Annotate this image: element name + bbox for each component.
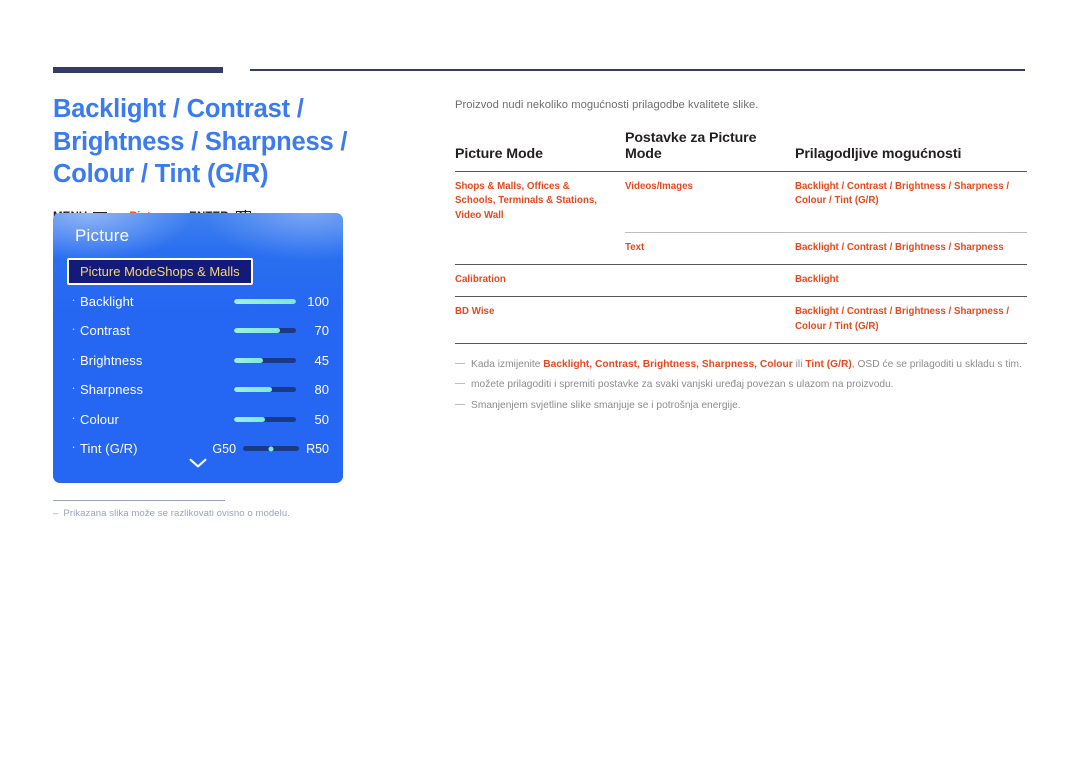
slider-track[interactable] xyxy=(234,387,296,393)
image-caption: – Prikazana slika može se razlikovati ov… xyxy=(53,508,393,519)
cell-settings xyxy=(625,263,795,297)
bullet-icon: · xyxy=(71,291,76,307)
slider-fill xyxy=(234,328,280,334)
page-title: Backlight / Contrast / Brightness / Shar… xyxy=(53,95,348,189)
osd-item-value: 70 xyxy=(314,323,329,339)
osd-picture-mode-value: Shops & Malls xyxy=(156,264,240,280)
cell-settings xyxy=(625,296,795,344)
osd-item-value: 100 xyxy=(307,293,329,309)
tint-left-label: G50 xyxy=(212,441,237,456)
osd-slider-brightness[interactable]: 45 xyxy=(234,353,329,368)
header-rule-thick xyxy=(53,67,223,73)
table-header-row: Picture Mode Postavke za Picture Mode Pr… xyxy=(455,130,1027,172)
osd-item-sharpness[interactable]: · Sharpness 80 xyxy=(53,375,343,405)
bullet-icon: · xyxy=(71,380,76,396)
bullet-icon: · xyxy=(71,350,76,366)
left-column: Backlight / Contrast / Brightness / Shar… xyxy=(53,93,433,224)
right-column: Proizvod nudi nekoliko mogućnosti prilag… xyxy=(455,99,1027,418)
osd-slider-tint[interactable]: G50 R50 xyxy=(212,442,329,456)
note-dash: — xyxy=(455,378,466,390)
note-item: — Kada izmijenite Backlight, Contrast, B… xyxy=(455,357,1027,372)
osd-item-brightness[interactable]: · Brightness 45 xyxy=(53,346,343,376)
slider-fill xyxy=(234,357,263,363)
caption-dash: – xyxy=(53,508,59,519)
slider-fill xyxy=(234,416,265,422)
osd-item-label: Backlight xyxy=(80,293,134,309)
slider-track[interactable] xyxy=(234,328,296,334)
osd-panel-title: Picture xyxy=(75,226,130,245)
notes-list: — Kada izmijenite Backlight, Contrast, B… xyxy=(455,357,1027,413)
note-item: — Smanjenjem svjetline slike smanjuje se… xyxy=(455,398,1027,413)
osd-item-label: Contrast xyxy=(80,323,130,339)
picture-mode-table: Picture Mode Postavke za Picture Mode Pr… xyxy=(455,130,1027,345)
slider-track[interactable] xyxy=(234,298,296,304)
page-root: Backlight / Contrast / Brightness / Shar… xyxy=(0,0,1080,763)
cell-options: Backlight / Contrast / Brightness / Shar… xyxy=(795,296,1027,344)
cell-picture-mode: BD Wise xyxy=(455,296,625,344)
osd-item-label: Brightness xyxy=(80,352,143,368)
bullet-icon: · xyxy=(71,321,76,337)
osd-slider-sharpness[interactable]: 80 xyxy=(234,382,329,397)
osd-row-brightness[interactable]: · Brightness 45 xyxy=(53,346,343,376)
osd-item-label: Sharpness xyxy=(80,382,144,398)
osd-row-sharpness[interactable]: · Sharpness 80 xyxy=(53,375,343,405)
chevron-down-icon xyxy=(189,458,207,468)
note-text: Smanjenjem svjetline slike smanjuje se i… xyxy=(471,399,741,411)
osd-row-picture-mode[interactable]: Picture Mode Shops & Malls xyxy=(53,257,343,287)
column-header-picture-mode: Picture Mode xyxy=(455,146,543,162)
osd-picture-mode-label: Picture Mode xyxy=(80,264,157,280)
note-dash: — xyxy=(455,398,466,410)
bullet-icon: · xyxy=(71,439,76,455)
note-item: — možete prilagoditi i spremiti postavke… xyxy=(455,377,1027,392)
osd-row-list: Picture Mode Shops & Malls · Backlight 1… xyxy=(53,257,343,464)
table-bottom-rule xyxy=(455,343,1027,345)
osd-item-label: Tint (G/R) xyxy=(80,441,138,457)
osd-row-contrast[interactable]: · Contrast 70 xyxy=(53,316,343,346)
osd-item-label: Colour xyxy=(80,411,119,427)
cell-picture-mode: Calibration xyxy=(455,263,625,297)
slider-track[interactable] xyxy=(243,446,300,452)
slider-knob[interactable] xyxy=(268,446,274,452)
tint-right-label: R50 xyxy=(306,441,329,456)
note-text: Kada izmijenite Backlight, Contrast, Bri… xyxy=(471,359,1022,371)
column-header-options: Prilagodljive mogućnosti xyxy=(795,146,962,162)
slider-track[interactable] xyxy=(234,416,296,422)
osd-picture-panel: Picture Picture Mode Shops & Malls · Bac… xyxy=(53,213,343,483)
intro-text: Proizvod nudi nekoliko mogućnosti prilag… xyxy=(455,99,759,111)
osd-item-backlight[interactable]: · Backlight 100 xyxy=(53,287,343,317)
cell-options: Backlight / Contrast / Brightness / Shar… xyxy=(795,231,1027,265)
bullet-icon: · xyxy=(71,409,76,425)
header-rule-thin xyxy=(250,69,1025,71)
cell-options: Backlight xyxy=(795,263,1027,297)
cell-options: Backlight / Contrast / Brightness / Shar… xyxy=(795,171,1027,233)
cell-settings: Videos/Images xyxy=(625,171,795,233)
osd-item-value: 80 xyxy=(314,382,329,398)
osd-slider-colour[interactable]: 50 xyxy=(234,412,329,427)
caption-text: Prikazana slika može se razlikovati ovis… xyxy=(63,508,290,519)
osd-item-value: 50 xyxy=(314,411,329,427)
column-header-settings: Postavke za Picture Mode xyxy=(625,130,757,162)
osd-row-colour[interactable]: · Colour 50 xyxy=(53,405,343,435)
osd-scroll-down[interactable] xyxy=(53,457,343,472)
cell-picture-mode xyxy=(455,232,625,264)
table-row: BD Wise Backlight / Contrast / Brightnes… xyxy=(455,296,1027,344)
osd-row-backlight[interactable]: · Backlight 100 xyxy=(53,287,343,317)
table-row: Text Backlight / Contrast / Brightness /… xyxy=(455,231,1027,265)
table-row: Calibration Backlight xyxy=(455,263,1027,297)
cell-settings: Text xyxy=(625,231,795,265)
osd-item-contrast[interactable]: · Contrast 70 xyxy=(53,316,343,346)
cell-picture-mode: Shops & Malls, Offices & Schools, Termin… xyxy=(455,171,625,233)
slider-fill xyxy=(234,387,273,393)
note-text: možete prilagoditi i spremiti postavke z… xyxy=(471,379,894,391)
slider-fill xyxy=(234,298,296,304)
osd-item-colour[interactable]: · Colour 50 xyxy=(53,405,343,435)
slider-track[interactable] xyxy=(234,357,296,363)
table-row: Shops & Malls, Offices & Schools, Termin… xyxy=(455,171,1027,233)
osd-item-value: 45 xyxy=(314,352,329,368)
note-dash: — xyxy=(455,358,466,370)
osd-selected-row[interactable]: Picture Mode Shops & Malls xyxy=(67,258,253,286)
caption-divider xyxy=(53,500,225,502)
osd-slider-backlight[interactable]: 100 xyxy=(234,294,329,309)
osd-slider-contrast[interactable]: 70 xyxy=(234,323,329,338)
